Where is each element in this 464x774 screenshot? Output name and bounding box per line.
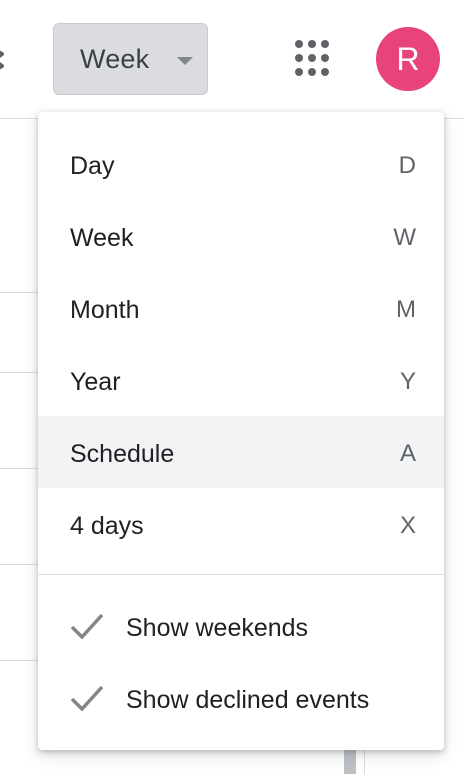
menu-item-schedule[interactable]: Schedule A bbox=[38, 416, 444, 488]
menu-item-year[interactable]: Year Y bbox=[38, 344, 444, 416]
show-declined-events-toggle[interactable]: Show declined events bbox=[38, 662, 444, 734]
grid-line bbox=[0, 372, 40, 373]
toggle-label: Show weekends bbox=[126, 614, 309, 642]
view-switcher-label: Week bbox=[80, 44, 150, 74]
toggle-label: Show declined events bbox=[126, 686, 370, 714]
keyboard-shortcut: D bbox=[398, 152, 416, 179]
grid-line bbox=[0, 564, 40, 565]
menu-item-label: Week bbox=[70, 224, 134, 252]
menu-item-label: Month bbox=[70, 296, 140, 324]
check-icon bbox=[70, 613, 104, 640]
keyboard-shortcut: M bbox=[396, 296, 416, 323]
keyboard-shortcut: X bbox=[399, 512, 416, 539]
keyboard-shortcut: Y bbox=[399, 368, 416, 395]
menu-item-label: Day bbox=[70, 152, 115, 180]
menu-item-label: Year bbox=[70, 368, 121, 396]
menu-item-week[interactable]: Week W bbox=[38, 200, 444, 272]
keyboard-shortcut: W bbox=[393, 224, 416, 251]
menu-item-4-days[interactable]: 4 days X bbox=[38, 488, 444, 560]
menu-divider bbox=[38, 574, 444, 575]
account-avatar[interactable]: R bbox=[376, 27, 440, 91]
view-menu: Day D Week W Month M Year Y Schedule A 4… bbox=[38, 112, 444, 750]
settings-icon[interactable] bbox=[0, 40, 10, 80]
menu-item-month[interactable]: Month M bbox=[38, 272, 444, 344]
keyboard-shortcut: A bbox=[399, 440, 416, 467]
menu-item-day[interactable]: Day D bbox=[38, 128, 444, 200]
grid-line bbox=[0, 660, 40, 661]
grid-line bbox=[0, 292, 40, 293]
top-bar: Week R bbox=[0, 0, 464, 118]
check-icon bbox=[70, 685, 104, 712]
dropdown-arrow-icon bbox=[177, 57, 193, 65]
apps-grid-icon[interactable] bbox=[290, 36, 334, 80]
menu-item-label: Schedule bbox=[70, 440, 175, 468]
menu-item-label: 4 days bbox=[70, 512, 144, 540]
grid-line bbox=[0, 468, 40, 469]
show-weekends-toggle[interactable]: Show weekends bbox=[38, 590, 444, 662]
view-switcher-button[interactable]: Week bbox=[53, 23, 208, 95]
calendar-page: Week R Day D Week W Month M Year Y Sched… bbox=[0, 0, 464, 774]
